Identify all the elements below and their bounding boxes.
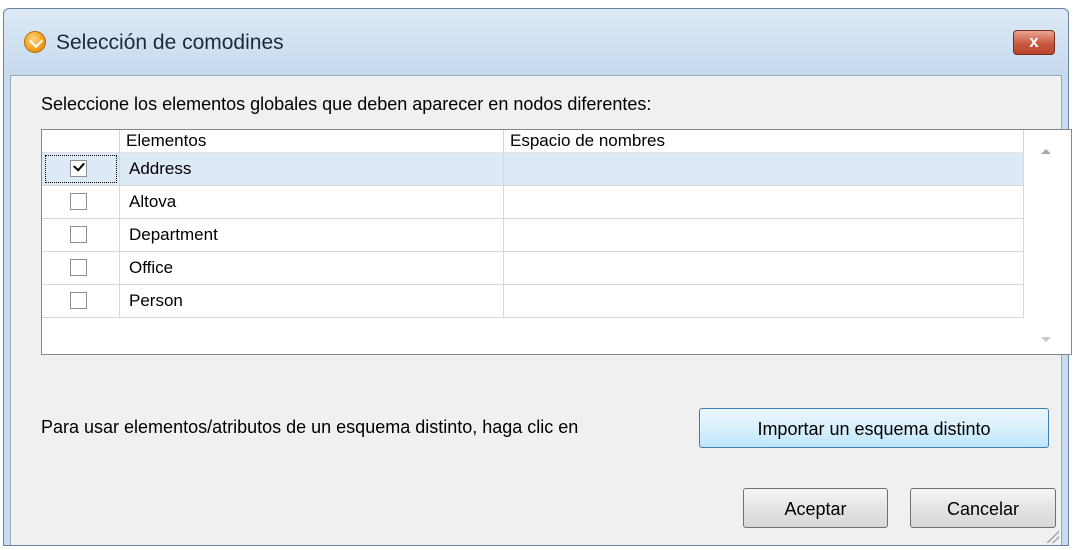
- row-checkbox[interactable]: [70, 259, 87, 276]
- row-checkbox[interactable]: [70, 160, 87, 177]
- namespace-cell[interactable]: [504, 285, 1024, 317]
- import-schema-button[interactable]: Importar un esquema distinto: [699, 408, 1049, 448]
- element-name: Address: [120, 153, 504, 185]
- check-cell: [42, 153, 120, 185]
- scroll-down-icon[interactable]: [1041, 337, 1051, 342]
- dialog-title: Selección de comodines: [56, 31, 284, 54]
- horizontal-scroll-area[interactable]: [42, 332, 1024, 354]
- table-row[interactable]: Office: [42, 252, 1024, 285]
- resize-grip-icon[interactable]: [1045, 529, 1059, 543]
- column-header-namespace[interactable]: Espacio de nombres: [504, 130, 1024, 153]
- close-icon: x: [1029, 32, 1039, 51]
- row-checkbox[interactable]: [70, 226, 87, 243]
- app-logo-icon: [24, 31, 46, 53]
- scroll-up-icon[interactable]: [1041, 149, 1051, 154]
- namespace-cell[interactable]: [504, 153, 1024, 185]
- check-cell: [42, 186, 120, 218]
- dialog-body: Seleccione los elementos globales que de…: [10, 75, 1072, 545]
- cancel-button[interactable]: Cancelar: [910, 488, 1056, 528]
- check-cell: [42, 219, 120, 251]
- grid-content: Elementos Espacio de nombres Address Alt…: [42, 130, 1024, 356]
- table-row[interactable]: Address: [42, 153, 1024, 186]
- element-name: Person: [120, 285, 504, 317]
- element-name: Altova: [120, 186, 504, 218]
- title-bar[interactable]: Selección de comodines x: [4, 9, 1068, 75]
- check-cell: [42, 252, 120, 284]
- namespace-cell[interactable]: [504, 186, 1024, 218]
- table-row[interactable]: Person: [42, 285, 1024, 318]
- import-hint-text: Para usar elementos/atributos de un esqu…: [41, 417, 579, 437]
- row-checkbox[interactable]: [70, 292, 87, 309]
- table-row[interactable]: Altova: [42, 186, 1024, 219]
- check-cell: [42, 285, 120, 317]
- element-name: Office: [120, 252, 504, 284]
- namespace-cell[interactable]: [504, 219, 1024, 251]
- vertical-scrollbar[interactable]: [1024, 130, 1071, 354]
- instruction-text: Seleccione los elementos globales que de…: [41, 94, 652, 114]
- table-row[interactable]: Department: [42, 219, 1024, 252]
- ok-button[interactable]: Aceptar: [743, 488, 888, 528]
- elements-grid: Elementos Espacio de nombres Address Alt…: [41, 129, 1072, 355]
- row-checkbox[interactable]: [70, 193, 87, 210]
- namespace-cell[interactable]: [504, 252, 1024, 284]
- column-header-elements[interactable]: Elementos: [120, 130, 504, 153]
- element-name: Department: [120, 219, 504, 251]
- column-header-check[interactable]: [42, 130, 120, 153]
- dialog-window: Selección de comodines x Seleccione los …: [3, 8, 1072, 546]
- close-button[interactable]: x: [1013, 30, 1055, 55]
